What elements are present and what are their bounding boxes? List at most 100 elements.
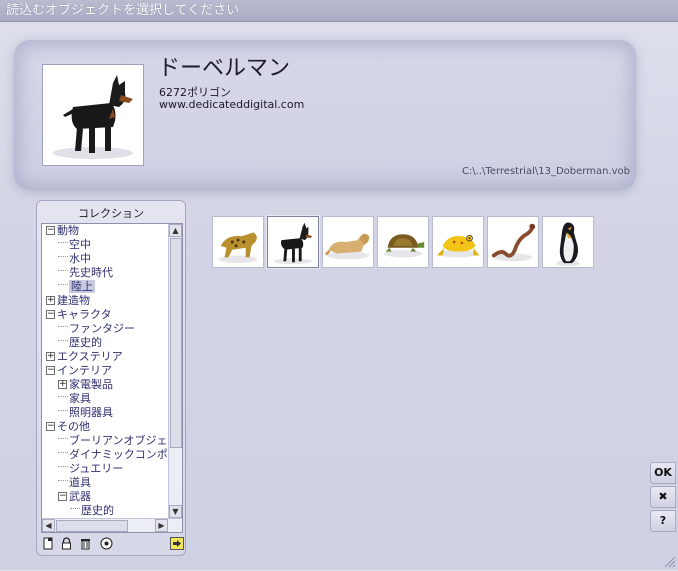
trash-icon[interactable] — [78, 537, 93, 552]
collapse-icon[interactable]: − — [58, 491, 67, 501]
tree-connector — [58, 339, 68, 341]
library-item-doberman[interactable] — [267, 216, 319, 268]
tree-item-label: 武器 — [69, 490, 91, 503]
tree-item[interactable]: 照明器具 — [42, 406, 168, 420]
collection-toolbar — [41, 537, 184, 553]
tree-connector — [58, 479, 68, 481]
tree-item-label: 建造物 — [57, 294, 90, 307]
author-url: www.dedicateddigital.com — [159, 98, 305, 111]
tree-connector — [58, 283, 68, 285]
tree-item[interactable]: 道具 — [42, 476, 168, 490]
tree-item-label: 歴史的 — [81, 504, 114, 517]
tree-connector — [58, 325, 68, 327]
collection-tree[interactable]: − 動物 空中 水中 先史時代 陸上 + 建造物 − キャラクタ ファンタジー 歴史的 + エクステリア −… — [42, 224, 168, 518]
tree-item-label: 空中 — [69, 238, 91, 251]
collapse-icon[interactable]: − — [46, 421, 55, 431]
tree-item-label: 歴史的 — [69, 336, 102, 349]
library-item-penguin[interactable] — [542, 216, 594, 268]
tree-item-label: ファンタジー — [69, 322, 135, 335]
tree-connector — [58, 437, 68, 439]
doberman-thumbnail — [53, 75, 133, 159]
collection-title: コレクション — [78, 207, 144, 220]
leopard-thumbnail — [218, 232, 258, 264]
tree-item-label: キャラクタ — [57, 308, 112, 321]
scroll-left-icon[interactable]: ◀ — [42, 519, 55, 532]
collapse-icon[interactable]: − — [46, 225, 55, 235]
tree-connector — [58, 241, 68, 243]
selected-object-preview — [42, 64, 144, 166]
frog-thumbnail — [436, 234, 480, 258]
library-item-turtle[interactable] — [377, 216, 429, 268]
window-title: 読込むオブジェクトを選択してください — [0, 0, 678, 22]
cancel-button[interactable]: ✖ — [650, 486, 676, 508]
tree-horizontal-scrollbar[interactable]: ◀ ▶ — [42, 518, 182, 532]
snake-thumbnail — [491, 223, 536, 262]
tree-connector — [58, 451, 68, 453]
tree-item[interactable]: 先史時代 — [42, 266, 168, 280]
library-item-lion[interactable] — [322, 216, 374, 268]
tree-item-label: 陸上 — [69, 280, 95, 293]
expand-icon[interactable]: + — [58, 379, 67, 389]
tree-item-label: その他 — [57, 420, 90, 433]
lion-thumbnail — [324, 233, 370, 260]
file-path: C:\..\Terrestrial\13_Doberman.vob — [461, 166, 630, 177]
help-button[interactable]: ? — [650, 510, 676, 532]
tree-item[interactable]: 歴史的 — [42, 336, 168, 350]
tree-item[interactable]: ファンタジー — [42, 322, 168, 336]
lock-icon[interactable] — [59, 537, 74, 552]
tree-item-label: 照明器具 — [69, 406, 113, 419]
tree-item[interactable]: − 武器 — [42, 490, 168, 504]
tree-item-label: ジュエリー — [69, 462, 124, 475]
tree-item-label: エクステリア — [57, 350, 123, 363]
tree-connector — [58, 409, 68, 411]
tree-item-label: 家具 — [69, 392, 91, 405]
tree-item[interactable]: ブーリアンオブジェ — [42, 434, 168, 448]
tree-item[interactable]: ジュエリー — [42, 462, 168, 476]
tree-item-label: 家電製品 — [69, 378, 113, 391]
library-item-leopard[interactable] — [212, 216, 264, 268]
tree-item[interactable]: ダイナミックコンポ — [42, 448, 168, 462]
ok-button[interactable]: OK — [650, 462, 676, 484]
expand-icon[interactable]: + — [46, 351, 55, 361]
library-item-snake[interactable] — [487, 216, 539, 268]
tree-connector — [58, 395, 68, 397]
tree-item[interactable]: − その他 — [42, 420, 168, 434]
scroll-down-icon[interactable]: ▼ — [169, 505, 182, 518]
horizontal-scroll-thumb[interactable] — [56, 520, 128, 532]
tree-connector — [58, 255, 68, 257]
doberman-thumbnail — [273, 222, 313, 265]
tree-vertical-scrollbar[interactable]: ▲ ▼ — [168, 224, 182, 518]
tree-item[interactable]: − インテリア — [42, 364, 168, 378]
collection-tree-box: − 動物 空中 水中 先史時代 陸上 + 建造物 − キャラクタ ファンタジー 歴史的 + エクステリア −… — [41, 223, 183, 533]
collapse-icon[interactable]: − — [46, 365, 55, 375]
collapse-icon[interactable]: − — [46, 309, 55, 319]
scroll-up-icon[interactable]: ▲ — [169, 224, 182, 237]
tree-item-label: 先史時代 — [69, 266, 113, 279]
new-collection-icon[interactable] — [41, 537, 56, 552]
tree-item[interactable]: 空中 — [42, 238, 168, 252]
tree-item[interactable]: + 建造物 — [42, 294, 168, 308]
tree-item[interactable]: 陸上 — [42, 280, 168, 294]
tree-connector — [70, 507, 80, 509]
tree-item-label: 水中 — [69, 252, 91, 265]
object-name: ドーベルマン — [158, 56, 291, 81]
tree-item[interactable]: − 動物 — [42, 224, 168, 238]
tree-item[interactable]: + 家電製品 — [42, 378, 168, 392]
vertical-scroll-thumb[interactable] — [170, 238, 182, 448]
scroll-right-icon[interactable]: ▶ — [155, 519, 168, 532]
add-object-icon[interactable] — [99, 537, 114, 552]
tree-connector — [58, 269, 68, 271]
library-item-frog[interactable] — [432, 216, 484, 268]
tree-item-label: ブーリアンオブジェ — [69, 434, 168, 447]
tree-connector — [58, 465, 68, 467]
resize-grip-icon[interactable] — [662, 554, 676, 568]
tree-item-label: 動物 — [57, 224, 79, 237]
tree-item-label: 道具 — [69, 476, 91, 489]
tree-item[interactable]: + エクステリア — [42, 350, 168, 364]
arrow-right-icon[interactable] — [169, 537, 184, 552]
tree-item[interactable]: 歴史的 — [42, 504, 168, 518]
tree-item[interactable]: 水中 — [42, 252, 168, 266]
tree-item[interactable]: − キャラクタ — [42, 308, 168, 322]
expand-icon[interactable]: + — [46, 295, 55, 305]
tree-item[interactable]: 家具 — [42, 392, 168, 406]
